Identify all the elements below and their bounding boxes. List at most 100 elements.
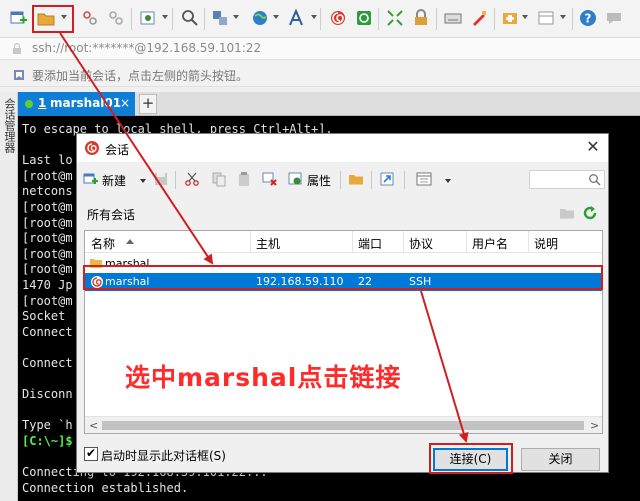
chevron-down-icon[interactable]: [560, 15, 566, 19]
refresh-icon[interactable]: [581, 204, 599, 222]
bookmark-icon[interactable]: [13, 69, 25, 81]
column-divider[interactable]: [466, 231, 467, 253]
tab-marshal01[interactable]: 1 marshal01 ×: [18, 92, 135, 116]
sidebar-label: 会话管理器: [3, 98, 16, 153]
properties-icon[interactable]: [138, 8, 158, 28]
terminal-line: Socket: [22, 309, 66, 324]
highlight-icon[interactable]: [469, 8, 489, 28]
chevron-down-icon[interactable]: [162, 15, 168, 19]
new-button-label[interactable]: 新建: [102, 172, 126, 189]
terminal-line: Type `h: [22, 418, 73, 433]
annotation-box-connect: [429, 443, 513, 474]
column-header-host[interactable]: 主机: [256, 235, 280, 252]
new-tab-icon[interactable]: [500, 8, 520, 28]
save-icon[interactable]: [153, 171, 169, 187]
main-toolbar: ?: [0, 0, 640, 38]
toolbar-divider: [404, 171, 405, 189]
column-header-protocol[interactable]: 协议: [409, 235, 433, 252]
search-icon: [589, 174, 601, 186]
startup-checkbox-label[interactable]: 启动时显示此对话框(S): [101, 447, 226, 464]
layout-icon[interactable]: [536, 8, 556, 28]
fullscreen-icon[interactable]: [385, 8, 405, 28]
find-icon[interactable]: [180, 8, 200, 28]
xshell-swirl-icon: [85, 141, 99, 155]
transfer-icon[interactable]: [210, 8, 230, 28]
dialog-titlebar[interactable]: 会话 ✕: [77, 134, 608, 162]
properties-button-label[interactable]: 属性: [307, 172, 331, 189]
xshell-swirl-icon[interactable]: [328, 8, 348, 28]
session-hint-bar: 要添加当前会话，点击左侧的箭头按钮。: [0, 61, 640, 87]
session-list: 名称 主机 端口 协议 用户名 说明 marshal marshal 192.1…: [84, 230, 603, 434]
terminal-line: [root@m: [22, 168, 73, 183]
tab-close-button[interactable]: ×: [120, 96, 130, 110]
new-session-icon[interactable]: [83, 171, 99, 187]
xftp-icon[interactable]: [354, 8, 374, 28]
help-icon[interactable]: ?: [578, 8, 598, 28]
dialog-toolbar: 新建 属性: [77, 164, 608, 194]
session-manager-sidebar[interactable]: 会话管理器: [0, 92, 18, 501]
toolbar-divider: [131, 8, 132, 30]
session-list-header: 名称 主机 端口 协议 用户名 说明: [85, 231, 602, 253]
column-divider[interactable]: [250, 231, 251, 253]
terminal-line: Disconn: [22, 387, 73, 402]
horizontal-scrollbar[interactable]: < >: [85, 416, 602, 433]
chevron-down-icon[interactable]: [522, 15, 528, 19]
copy-icon[interactable]: [211, 171, 227, 187]
lock-icon[interactable]: [411, 8, 431, 28]
chevron-down-icon[interactable]: [233, 15, 239, 19]
column-divider[interactable]: [528, 231, 529, 253]
chat-icon[interactable]: [604, 8, 624, 28]
dialog-close-button[interactable]: ✕: [584, 137, 602, 156]
add-tab-button[interactable]: +: [139, 94, 157, 114]
properties-icon[interactable]: [288, 171, 304, 187]
delete-icon[interactable]: [262, 171, 278, 187]
up-folder-icon[interactable]: [559, 205, 575, 221]
address-bar[interactable]: ssh://root:*******@192.168.59.101:22: [0, 38, 640, 60]
keyboard-icon[interactable]: [443, 8, 463, 28]
annotation-box-selected-row: [83, 265, 603, 290]
cut-icon[interactable]: [184, 171, 200, 187]
scroll-left-button[interactable]: <: [89, 419, 98, 432]
lock-icon: [13, 43, 21, 54]
chevron-down-icon[interactable]: [311, 15, 317, 19]
toolbar-divider: [371, 171, 372, 189]
tab-label: marshal01: [50, 96, 122, 110]
toolbar-divider: [204, 8, 205, 30]
font-icon[interactable]: [287, 8, 307, 28]
paste-icon[interactable]: [236, 171, 252, 187]
column-divider[interactable]: [403, 231, 404, 253]
startup-checkbox[interactable]: ✔: [84, 446, 98, 461]
session-search-input[interactable]: [529, 170, 605, 189]
shortcut-icon[interactable]: [379, 171, 395, 187]
terminal-line: [root@m: [22, 200, 73, 214]
sort-ascending-icon: [126, 239, 134, 244]
chevron-down-icon[interactable]: [273, 15, 279, 19]
column-header-description[interactable]: 说明: [534, 235, 558, 252]
toolbar-divider: [172, 8, 173, 30]
scrollbar-thumb[interactable]: [102, 421, 584, 430]
toolbar-divider: [378, 8, 379, 30]
terminal-line: [root@m: [22, 215, 73, 230]
chevron-down-icon[interactable]: [140, 179, 146, 183]
globe-icon[interactable]: [250, 8, 270, 28]
terminal-line: Connect: [22, 324, 73, 339]
new-session-icon[interactable]: [8, 8, 28, 28]
column-header-username[interactable]: 用户名: [472, 235, 508, 252]
column-header-port[interactable]: 端口: [358, 235, 382, 252]
hint-text: 要添加当前会话，点击左侧的箭头按钮。: [32, 69, 249, 83]
open-folder-icon[interactable]: [348, 171, 364, 187]
view-icon[interactable]: [416, 171, 432, 187]
chevron-down-icon[interactable]: [445, 179, 451, 183]
address-text: ssh://root:*******@192.168.59.101:22: [32, 41, 262, 55]
column-header-name[interactable]: 名称: [91, 235, 115, 252]
terminal-line: Connection established.: [22, 480, 189, 495]
tab-number: 1: [38, 96, 47, 110]
scroll-right-button[interactable]: >: [590, 419, 599, 432]
terminal-line: [root@m: [22, 231, 73, 246]
column-divider[interactable]: [352, 231, 353, 253]
close-button[interactable]: 关闭: [521, 448, 600, 471]
annotation-caption: 选中marshal点击链接: [125, 363, 402, 392]
disconnect-icon[interactable]: [106, 8, 126, 28]
reconnect-icon[interactable]: [80, 8, 100, 28]
toolbar-divider: [175, 171, 176, 189]
